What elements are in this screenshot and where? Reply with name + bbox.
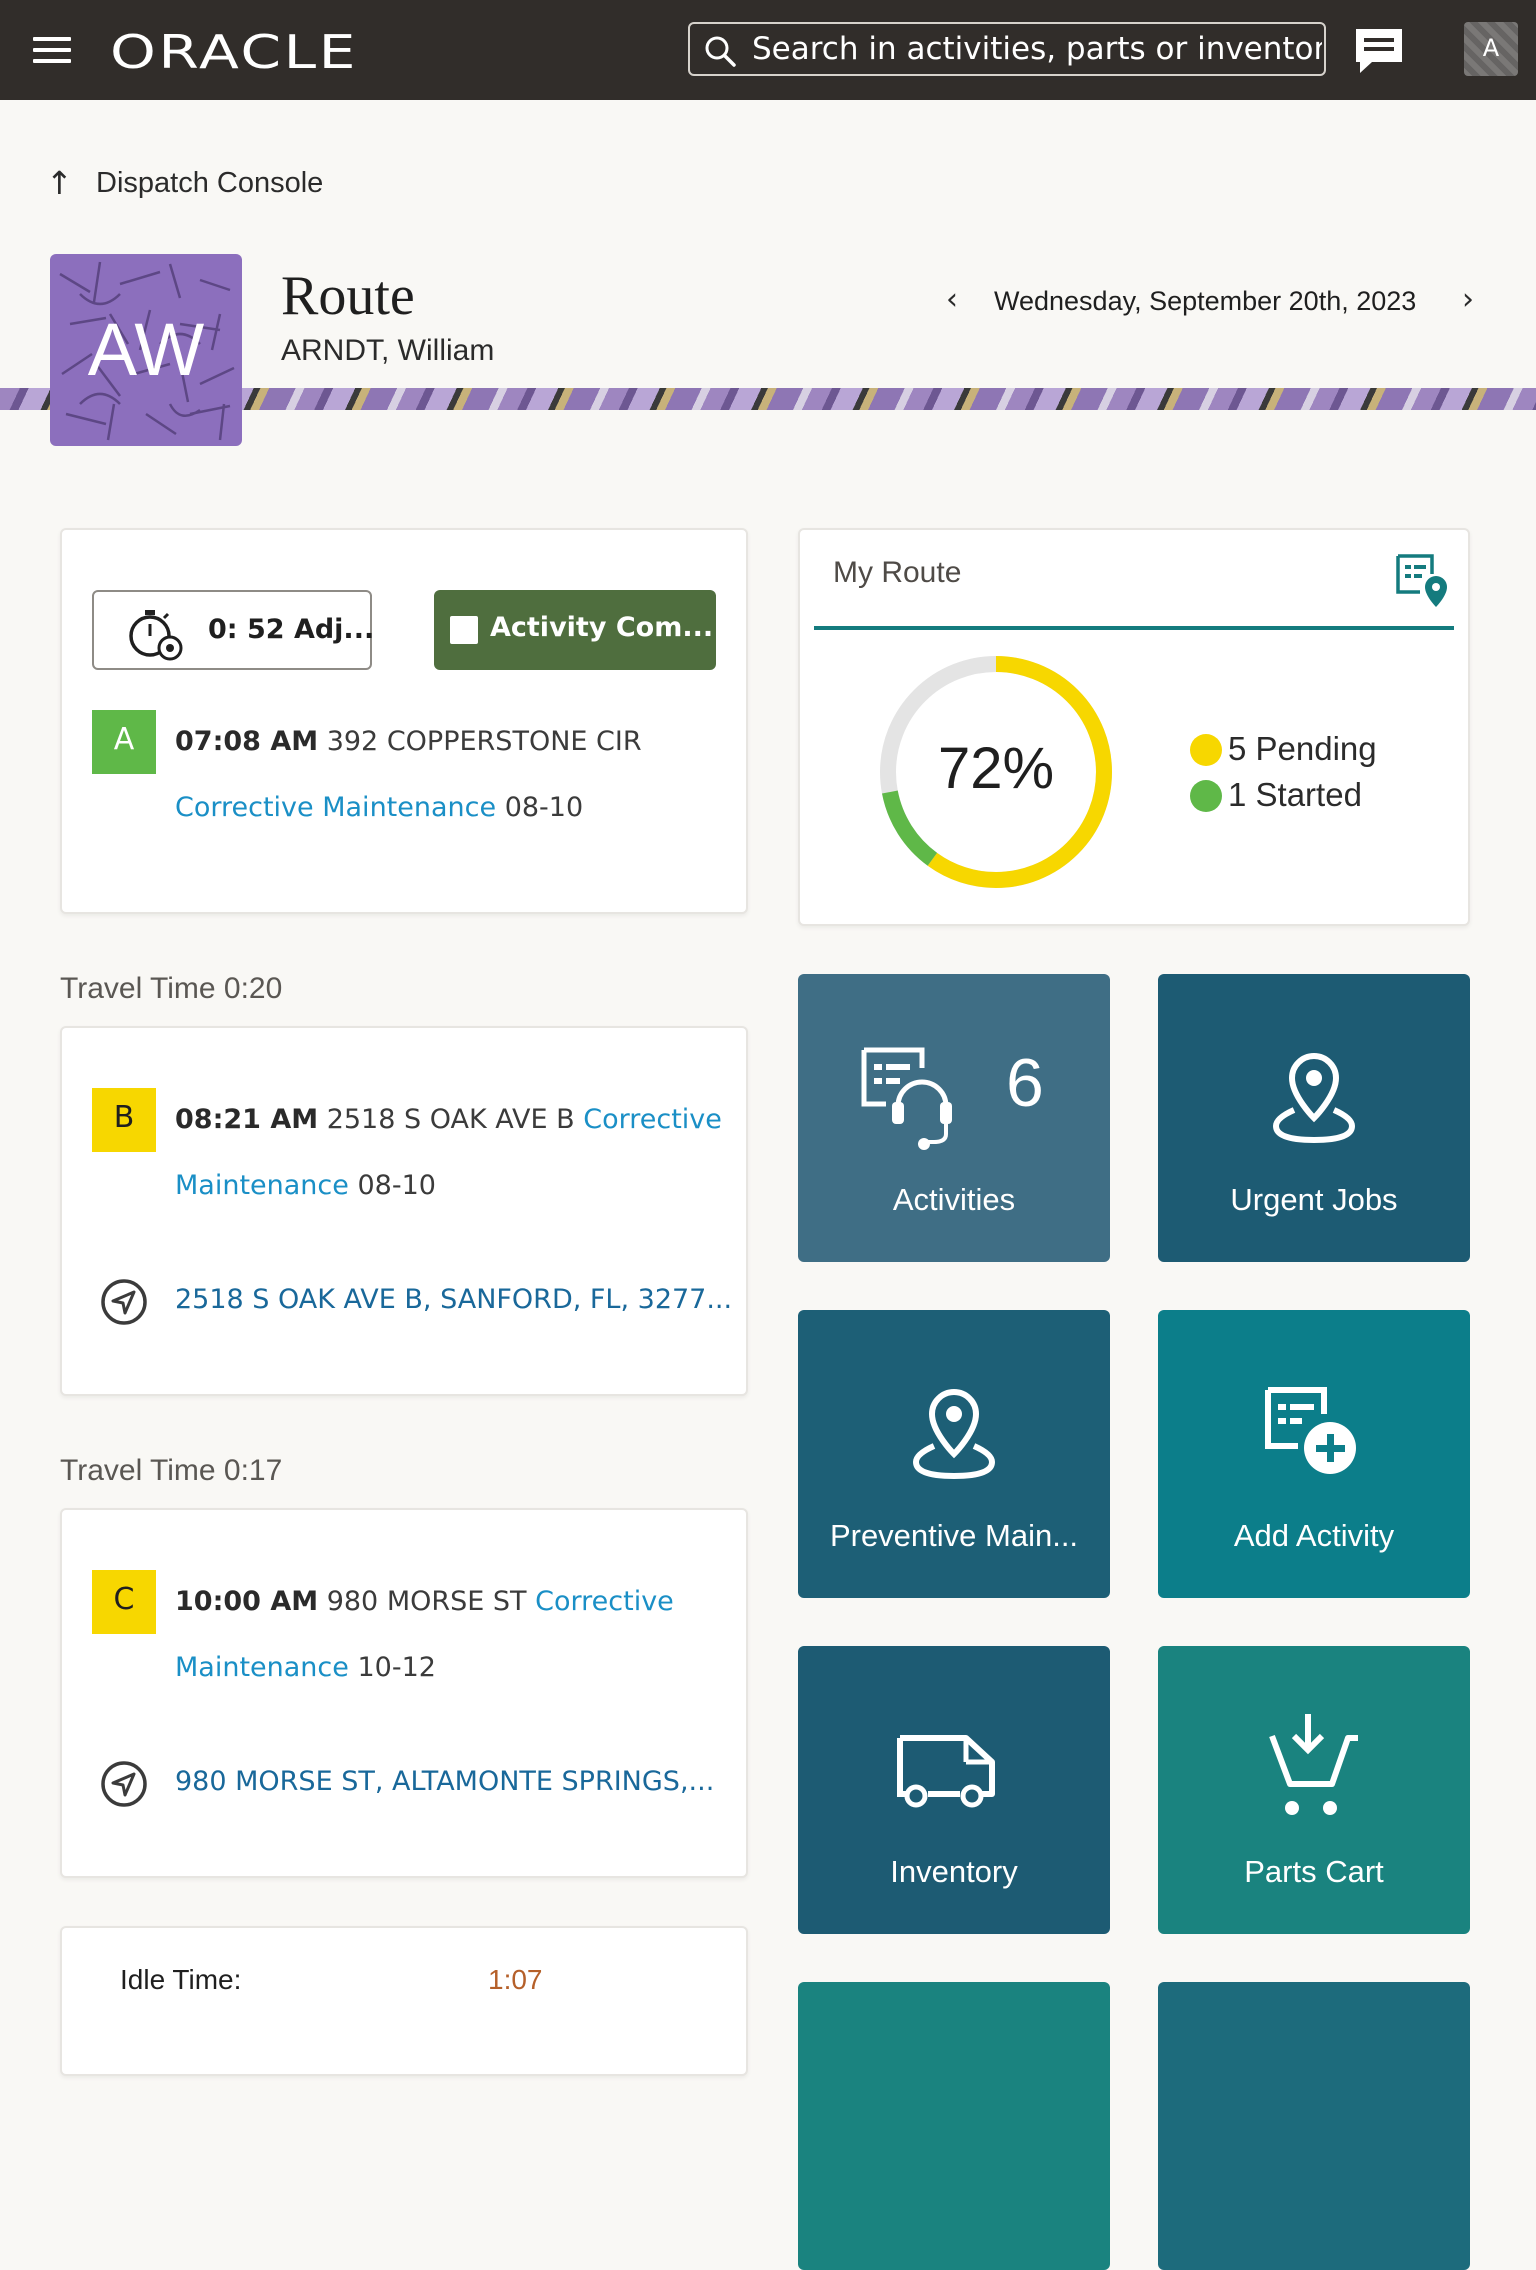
activity-card-b[interactable] <box>60 1026 748 1396</box>
activities-label: Activities <box>892 1182 1016 1217</box>
add-activity-icon <box>1265 1387 1356 1474</box>
activity-complete-label: Activity Com... <box>490 612 714 643</box>
activity-a-time: 07:08 AM <box>175 726 319 757</box>
parts-cart-tile[interactable]: Parts Cart <box>1158 1646 1470 1934</box>
urgent-jobs-label: Urgent Jobs <box>1230 1182 1398 1217</box>
search-field[interactable] <box>688 22 1326 76</box>
activities-tile[interactable]: 6 Activities <box>798 974 1110 1262</box>
activity-a-window: 08-10 <box>504 792 584 823</box>
idle-time-label: Idle Time: <box>120 1964 242 1995</box>
more-tile-right[interactable] <box>1158 1982 1470 2270</box>
truck-icon <box>897 1735 995 1808</box>
top-bar: ORACLE A <box>0 0 1536 100</box>
my-route-title: My Route <box>833 556 962 589</box>
navigate-icon[interactable] <box>100 1278 148 1326</box>
time-adjust-button[interactable]: 0: 52 Adj... <box>92 590 375 670</box>
route-date: Wednesday, September 20th, 2023 <box>994 286 1417 316</box>
page-title: Route <box>281 265 415 327</box>
user-avatar[interactable]: A <box>1464 22 1518 76</box>
activity-card-c[interactable] <box>60 1508 748 1878</box>
my-route-divider <box>814 626 1454 630</box>
legend-pending-label: 5 Pending <box>1228 730 1377 767</box>
svg-text:ORACLE: ORACLE <box>110 25 358 76</box>
activities-headset-icon <box>861 1047 952 1150</box>
checkbox-icon <box>450 616 478 644</box>
activity-b-type-row: Maintenance 08-10 <box>175 1170 436 1201</box>
add-activity-tile[interactable]: Add Activity <box>1158 1310 1470 1598</box>
current-activity-card <box>60 528 748 914</box>
cart-download-icon <box>1269 1714 1358 1815</box>
activity-c-type-row: Maintenance 10-12 <box>175 1652 436 1683</box>
arrow-up-icon: ↑ <box>46 164 73 202</box>
search-input[interactable] <box>752 24 1322 74</box>
chat-icon[interactable] <box>1352 26 1406 76</box>
activity-c-time: 10:00 AM <box>175 1586 319 1617</box>
activity-complete-button[interactable]: Activity Com... <box>434 590 716 670</box>
activity-a-type-row: Corrective Maintenance 08-10 <box>175 792 583 823</box>
activity-c-type-link[interactable]: Corrective <box>535 1586 674 1617</box>
stop-marker-b: B <box>92 1088 156 1152</box>
activity-c-summary[interactable]: 10:00 AM 980 MORSE ST Corrective <box>175 1586 674 1617</box>
activity-c-address: 980 MORSE ST <box>326 1586 527 1617</box>
inventory-tile[interactable]: Inventory <box>798 1646 1110 1934</box>
started-dot-icon <box>1190 780 1222 812</box>
breadcrumb[interactable]: ↑ Dispatch Console <box>46 164 323 202</box>
activities-count: 6 <box>1006 1045 1044 1121</box>
avatar-initials: AW <box>87 308 205 391</box>
travel-time-c: Travel Time 0:17 <box>60 1454 283 1487</box>
location-pin-icon <box>912 1388 996 1480</box>
parts-cart-label: Parts Cart <box>1244 1854 1384 1889</box>
preventive-maintenance-label: Preventive Main... <box>829 1518 1079 1553</box>
activity-b-window: 08-10 <box>357 1170 436 1201</box>
activity-a-summary[interactable]: 07:08 AM 392 COPPERSTONE CIR <box>175 726 642 757</box>
stopwatch-gear-icon <box>129 610 183 661</box>
travel-time-b: Travel Time 0:20 <box>60 972 283 1005</box>
activity-c-window: 10-12 <box>357 1652 436 1683</box>
route-progress-donut: 72% <box>880 656 1112 888</box>
oracle-logo[interactable]: ORACLE <box>110 24 360 76</box>
route-map-icon[interactable] <box>1394 552 1452 610</box>
activity-b-address: 2518 S OAK AVE B <box>326 1104 575 1135</box>
pending-dot-icon <box>1190 734 1222 766</box>
idle-time-value: 1:07 <box>488 1964 543 1995</box>
technician-avatar: AW <box>50 254 242 446</box>
more-tile-left[interactable] <box>798 1982 1110 2270</box>
chevron-right-icon[interactable]: › <box>1462 282 1474 317</box>
location-pin-icon <box>1272 1052 1356 1144</box>
technician-name: ARNDT, William <box>281 334 495 367</box>
activity-a-address: 392 COPPERSTONE CIR <box>326 726 642 757</box>
chevron-left-icon[interactable]: ‹ <box>946 282 958 317</box>
search-icon <box>705 36 736 67</box>
activity-c-type-link-2[interactable]: Maintenance <box>175 1652 349 1683</box>
urgent-jobs-tile[interactable]: Urgent Jobs <box>1158 974 1470 1262</box>
stop-marker-c: C <box>92 1570 156 1634</box>
breadcrumb-label[interactable]: Dispatch Console <box>96 167 323 199</box>
legend-pending: 5 Pending <box>1190 730 1377 768</box>
legend-started-label: 1 Started <box>1228 776 1362 813</box>
stop-marker-a: A <box>92 710 156 774</box>
activity-b-type-link[interactable]: Corrective <box>583 1104 722 1135</box>
activity-a-type-link[interactable]: Corrective Maintenance <box>175 792 496 823</box>
donut-percent-label: 72% <box>938 736 1054 801</box>
navigate-icon[interactable] <box>100 1760 148 1808</box>
legend-started: 1 Started <box>1190 776 1362 814</box>
activity-b-summary[interactable]: 08:21 AM 2518 S OAK AVE B Corrective <box>175 1104 722 1135</box>
activity-b-time: 08:21 AM <box>175 1104 319 1135</box>
preventive-maintenance-tile[interactable]: Preventive Main... <box>798 1310 1110 1598</box>
activity-b-type-link-2[interactable]: Maintenance <box>175 1170 349 1201</box>
activity-b-full-address-link[interactable]: 2518 S OAK AVE B, SANFORD, FL, 3277... <box>175 1284 732 1315</box>
idle-time-card <box>60 1926 748 2076</box>
inventory-label: Inventory <box>890 1854 1018 1889</box>
add-activity-label: Add Activity <box>1233 1518 1395 1553</box>
activity-c-full-address-link[interactable]: 980 MORSE ST, ALTAMONTE SPRINGS,... <box>175 1766 714 1797</box>
time-adjust-label: 0: 52 Adj... <box>208 614 375 645</box>
menu-icon[interactable] <box>33 37 71 63</box>
